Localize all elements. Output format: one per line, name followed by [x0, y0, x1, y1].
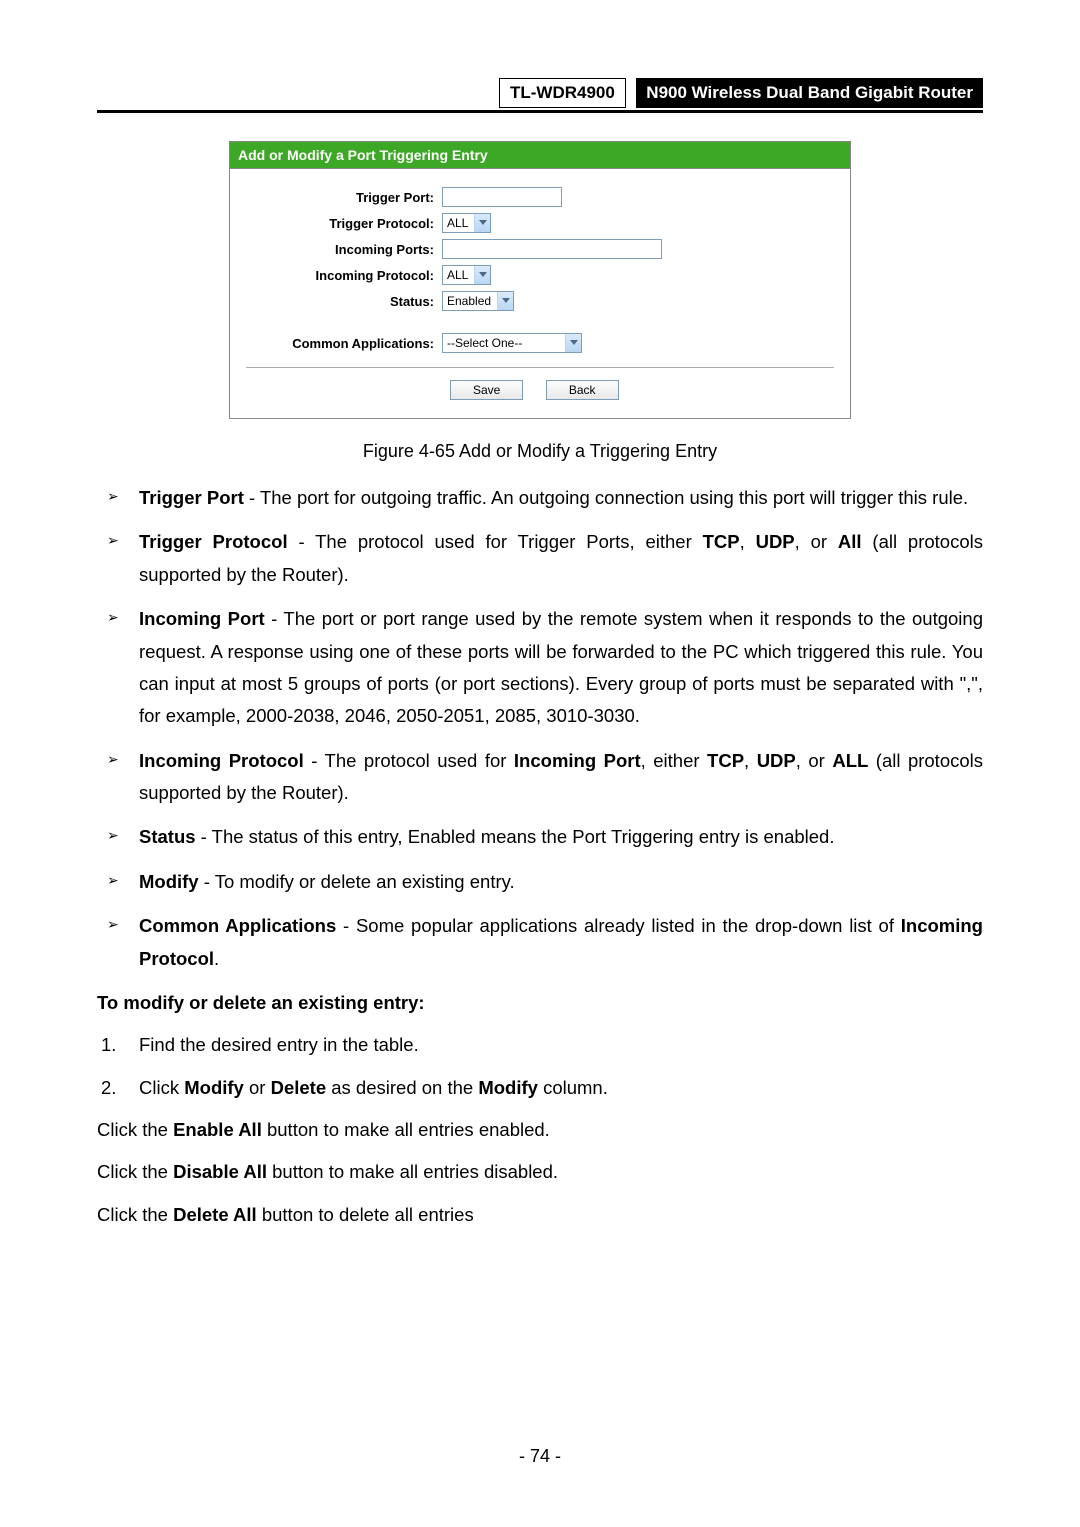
page-number: - 74 - [0, 1446, 1080, 1467]
trigger-port-label: Trigger Port: [246, 190, 442, 205]
device-title: N900 Wireless Dual Band Gigabit Router [636, 78, 983, 108]
bullet-common-apps: Common Applications - Some popular appli… [97, 910, 983, 975]
trigger-protocol-value: ALL [443, 216, 474, 230]
panel-title: Add or Modify a Port Triggering Entry [230, 142, 850, 169]
content-body: Trigger Port - The port for outgoing tra… [97, 482, 983, 1231]
disable-all-para: Click the Disable All button to make all… [97, 1156, 983, 1188]
bullet-modify: Modify - To modify or delete an existing… [97, 866, 983, 898]
panel-body: Trigger Port: Trigger Protocol: ALL Inco… [230, 169, 850, 418]
bullet-trigger-protocol: Trigger Protocol - The protocol used for… [97, 526, 983, 591]
bullet-incoming-port: Incoming Port - The port or port range u… [97, 603, 983, 733]
step-1: 1.Find the desired entry in the table. [97, 1029, 983, 1061]
chevron-down-icon [474, 214, 490, 232]
save-button[interactable]: Save [450, 380, 523, 400]
delete-all-para: Click the Delete All button to delete al… [97, 1199, 983, 1231]
status-value: Enabled [443, 294, 497, 308]
trigger-port-input[interactable] [442, 187, 562, 207]
enable-all-para: Click the Enable All button to make all … [97, 1114, 983, 1146]
status-select[interactable]: Enabled [442, 291, 514, 311]
port-triggering-panel: Add or Modify a Port Triggering Entry Tr… [229, 141, 851, 419]
trigger-protocol-select[interactable]: ALL [442, 213, 491, 233]
step-2: 2.Click Modify or Delete as desired on t… [97, 1072, 983, 1104]
figure-caption: Figure 4-65 Add or Modify a Triggering E… [97, 441, 983, 462]
chevron-down-icon [474, 266, 490, 284]
incoming-protocol-value: ALL [443, 268, 474, 282]
modify-delete-heading: To modify or delete an existing entry: [97, 987, 983, 1019]
trigger-protocol-label: Trigger Protocol: [246, 216, 442, 231]
incoming-ports-input[interactable] [442, 239, 662, 259]
common-apps-select[interactable]: --Select One-- [442, 333, 582, 353]
incoming-protocol-label: Incoming Protocol: [246, 268, 442, 283]
chevron-down-icon [565, 334, 581, 352]
common-apps-label: Common Applications: [246, 336, 442, 351]
incoming-ports-label: Incoming Ports: [246, 242, 442, 257]
page-header: TL-WDR4900 N900 Wireless Dual Band Gigab… [97, 78, 983, 113]
model-number: TL-WDR4900 [499, 78, 626, 108]
status-label: Status: [246, 294, 442, 309]
bullet-incoming-protocol: Incoming Protocol - The protocol used fo… [97, 745, 983, 810]
incoming-protocol-select[interactable]: ALL [442, 265, 491, 285]
back-button[interactable]: Back [546, 380, 619, 400]
common-apps-value: --Select One-- [443, 336, 565, 350]
bullet-status: Status - The status of this entry, Enabl… [97, 821, 983, 853]
bullet-trigger-port: Trigger Port - The port for outgoing tra… [97, 482, 983, 514]
chevron-down-icon [497, 292, 513, 310]
